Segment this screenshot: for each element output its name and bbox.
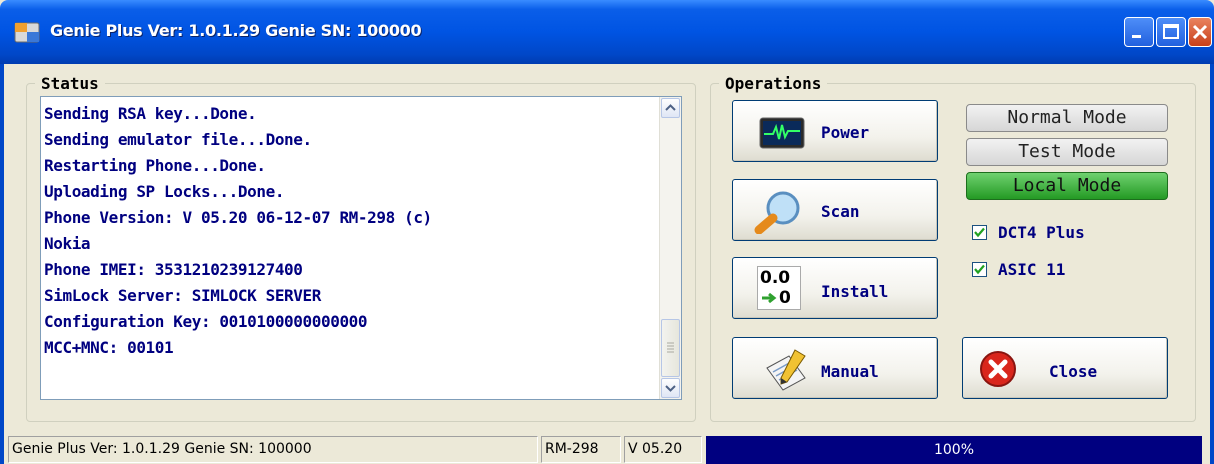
log-line: Uploading SP Locks...Done. (44, 182, 285, 201)
red-x-icon (980, 351, 1016, 387)
close-icon (1192, 24, 1208, 40)
dct4-plus-checkbox[interactable] (972, 225, 987, 240)
minimize-button[interactable] (1124, 17, 1154, 47)
normal-mode-button[interactable]: Normal Mode (966, 104, 1168, 132)
local-mode-button[interactable]: Local Mode (966, 172, 1168, 200)
check-icon (974, 227, 985, 238)
window-title: Genie Plus Ver: 1.0.1.29 Genie SN: 10000… (50, 21, 422, 40)
status-log-text: Sending RSA key...Done. Sending emulator… (44, 101, 654, 361)
chevron-up-icon (665, 104, 676, 111)
scan-label: Scan (821, 202, 860, 221)
grip-icon (667, 342, 674, 353)
progress-text: 100% (933, 442, 975, 458)
log-line: Phone Version: V 05.20 06-12-07 RM-298 (… (44, 208, 432, 227)
log-line: SimLock Server: SIMLOCK SERVER (44, 286, 321, 305)
log-line: Sending RSA key...Done. (44, 104, 257, 123)
install-button[interactable]: 0.0 0 Install (732, 257, 938, 319)
minimize-icon (1132, 35, 1141, 38)
scroll-thumb[interactable] (661, 319, 680, 377)
install-label: Install (821, 282, 889, 301)
log-line: MCC+MNC: 00101 (44, 338, 174, 357)
power-label: Power (821, 123, 870, 142)
scan-button[interactable]: Scan (732, 179, 938, 241)
test-mode-button[interactable]: Test Mode (966, 138, 1168, 166)
dct4-plus-label: DCT4 Plus (998, 223, 1085, 242)
pen-notepad-icon (766, 349, 806, 391)
window-close-button[interactable] (1188, 17, 1212, 47)
manual-button[interactable]: Manual (732, 337, 938, 399)
asic-11-label: ASIC 11 (998, 260, 1066, 279)
status-log[interactable]: Sending RSA key...Done. Sending emulator… (40, 96, 682, 400)
install-icon-bottom: 0 (779, 288, 791, 308)
power-button[interactable]: Power (732, 100, 938, 162)
log-scrollbar[interactable] (659, 97, 681, 399)
install-icon-top: 0.0 (760, 268, 791, 288)
log-line: Nokia (44, 234, 91, 253)
log-line: Restarting Phone...Done. (44, 156, 266, 175)
magnifier-icon (754, 191, 800, 234)
statusbar-app-info: Genie Plus Ver: 1.0.1.29 Genie SN: 10000… (8, 436, 538, 463)
close-button[interactable]: Close (962, 337, 1168, 399)
counter-arrow-icon: 0.0 0 (757, 266, 801, 310)
log-line: Configuration Key: 0010100000000000 (44, 312, 368, 331)
title-bar[interactable]: Genie Plus Ver: 1.0.1.29 Genie SN: 10000… (0, 0, 1214, 64)
scroll-up-button[interactable] (661, 98, 680, 118)
maximize-icon (1163, 24, 1179, 39)
manual-label: Manual (821, 362, 879, 381)
status-legend: Status (41, 74, 99, 93)
statusbar-version: V 05.20 (624, 436, 702, 463)
operations-legend: Operations (725, 74, 822, 93)
chevron-down-icon (665, 385, 676, 392)
oscilloscope-icon (759, 117, 805, 149)
scroll-down-button[interactable] (661, 378, 680, 398)
close-label: Close (1049, 362, 1098, 381)
statusbar-model: RM-298 (541, 436, 621, 463)
log-line: Sending emulator file...Done. (44, 130, 312, 149)
progress-bar: 100% (706, 436, 1202, 464)
app-icon (14, 22, 40, 43)
log-line: Phone IMEI: 3531210239127400 (44, 260, 303, 279)
asic-11-checkbox[interactable] (972, 262, 987, 277)
check-icon (974, 264, 985, 275)
maximize-button[interactable] (1156, 17, 1186, 47)
